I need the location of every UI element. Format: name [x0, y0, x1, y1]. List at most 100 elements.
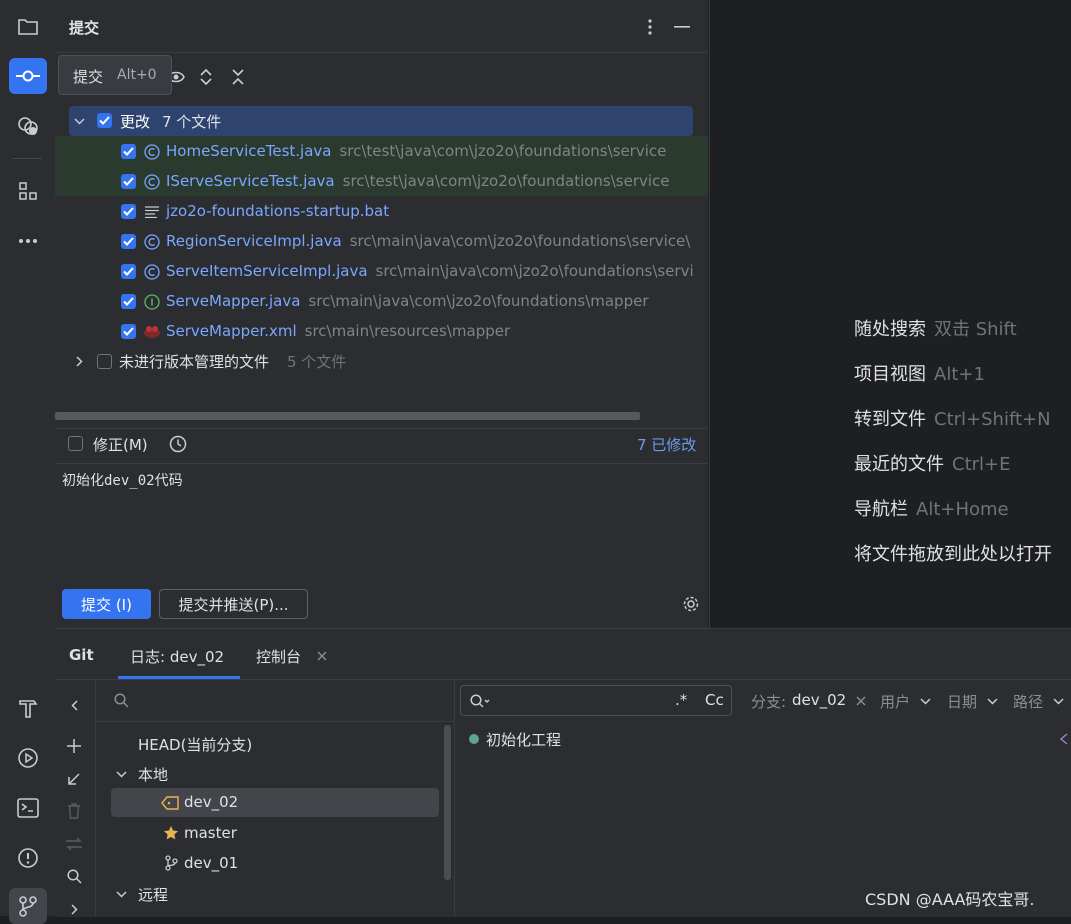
chevron-down-icon[interactable]: [114, 887, 128, 901]
file-checkbox[interactable]: [121, 324, 136, 339]
minimize-icon[interactable]: [672, 16, 692, 38]
chevron-down-icon[interactable]: [1051, 695, 1065, 707]
branch-search-icon[interactable]: [112, 691, 130, 709]
tab-log[interactable]: 日志: dev_02: [130, 646, 224, 667]
changes-count: 7 个文件: [162, 113, 222, 131]
file-checkbox[interactable]: [121, 144, 136, 159]
file-name: ServeItemServiceImpl.java: [166, 262, 368, 280]
branch-filter-label[interactable]: 分支:: [751, 691, 786, 712]
commit-and-push-button[interactable]: 提交并推送(P)...: [159, 589, 308, 619]
chevron-down-icon[interactable]: [114, 767, 128, 781]
class-icon: [143, 173, 161, 191]
branch-name[interactable]: dev_01: [184, 854, 238, 872]
head-branch[interactable]: HEAD(当前分支): [138, 734, 252, 755]
build-hammer-icon[interactable]: [9, 690, 47, 726]
file-row[interactable]: ServeMapper.java src\main\java\com\jzo2o\…: [55, 286, 708, 316]
file-path: src\test\java\com\jzo2o\foundations\serv…: [339, 142, 667, 160]
file-path: src\main\java\com\jzo2o\foundations\serv…: [375, 262, 694, 280]
match-case-toggle[interactable]: Cc: [705, 691, 724, 709]
log-search-input[interactable]: .* Cc: [460, 685, 732, 716]
add-branch-icon[interactable]: [64, 736, 84, 756]
user-filter[interactable]: 用户: [880, 691, 910, 712]
local-group-label[interactable]: 本地: [138, 764, 168, 785]
unversioned-count: 5 个文件: [287, 353, 347, 371]
ai-assistant-icon[interactable]: [9, 108, 47, 144]
search-icon[interactable]: [64, 866, 84, 886]
selected-branch-row[interactable]: dev_02: [111, 788, 439, 817]
file-path: src\test\java\com\jzo2o\foundations\serv…: [342, 172, 670, 190]
commit-button[interactable]: 提交 (I): [62, 589, 151, 619]
tooltip-label: 提交: [73, 68, 104, 86]
file-checkbox[interactable]: [121, 294, 136, 309]
terminal-icon[interactable]: [9, 790, 47, 826]
commit-tooltip: 提交 Alt+0: [58, 55, 172, 95]
regex-toggle[interactable]: .*: [675, 691, 687, 709]
file-checkbox[interactable]: [121, 174, 136, 189]
services-run-icon[interactable]: [9, 740, 47, 776]
hint-recent-files: 最近的文件 Ctrl+E: [854, 454, 1011, 475]
branch-filter-value[interactable]: dev_02: [792, 691, 846, 709]
chevron-left-icon[interactable]: [64, 695, 84, 715]
left-toolbar: [0, 0, 56, 924]
amend-label[interactable]: 修正(M): [93, 434, 148, 455]
problems-icon[interactable]: [9, 840, 47, 876]
remote-group-label[interactable]: 远程: [138, 884, 168, 905]
file-row[interactable]: ServeItemServiceImpl.java src\main\java\c…: [55, 256, 708, 286]
hint-drop-files: 将文件拖放到此处以打开: [854, 544, 1052, 565]
chevron-right-icon[interactable]: [64, 902, 84, 916]
file-row[interactable]: IServeServiceTest.java src\test\java\com\…: [55, 166, 708, 196]
horizontal-scrollbar[interactable]: [55, 412, 640, 420]
file-path: src\main\java\com\jzo2o\foundations\serv…: [349, 232, 691, 250]
file-name: IServeServiceTest.java: [166, 172, 335, 190]
update-arrow-icon[interactable]: [64, 769, 84, 789]
git-branches-icon[interactable]: [9, 888, 47, 924]
chevron-down-icon[interactable]: [918, 695, 932, 707]
tab-console[interactable]: 控制台: [256, 646, 301, 667]
file-checkbox[interactable]: [121, 264, 136, 279]
branch-name: dev_02: [184, 793, 239, 811]
branch-label-marker-icon: [1059, 732, 1069, 746]
chevron-down-icon[interactable]: [72, 114, 86, 128]
commit-message[interactable]: 初始化工程: [486, 729, 561, 750]
more-tools-icon[interactable]: [9, 223, 47, 259]
chevron-right-icon[interactable]: [72, 354, 86, 368]
tag-icon: [161, 794, 179, 812]
class-icon: [143, 233, 161, 251]
expand-all-icon[interactable]: [195, 66, 217, 88]
tooltip-shortcut: Alt+0: [117, 67, 157, 83]
more-options-icon[interactable]: [640, 16, 660, 38]
settings-gear-icon[interactable]: [681, 594, 701, 614]
branches-scrollbar[interactable]: [444, 725, 451, 880]
commit-graph-node: [469, 734, 479, 744]
hint-project-view: 项目视图 Alt+1: [854, 364, 985, 385]
file-row[interactable]: ServeMapper.xml src\main\resources\mapper: [55, 316, 708, 346]
file-row[interactable]: jzo2o-foundations-startup.bat: [55, 196, 708, 226]
file-checkbox[interactable]: [121, 204, 136, 219]
close-tab-icon[interactable]: [315, 648, 329, 664]
amend-checkbox[interactable]: [68, 436, 83, 451]
tab-git[interactable]: Git: [69, 646, 94, 664]
text-file-icon: [143, 203, 161, 221]
file-checkbox[interactable]: [121, 234, 136, 249]
unversioned-group-row[interactable]: 未进行版本管理的文件 5 个文件: [55, 346, 708, 376]
path-filter[interactable]: 路径: [1013, 691, 1043, 712]
file-row[interactable]: RegionServiceImpl.java src\main\java\com\…: [55, 226, 708, 256]
changes-checkbox[interactable]: [97, 113, 112, 128]
modified-count[interactable]: 7 已修改: [637, 434, 696, 455]
class-icon: [143, 143, 161, 161]
structure-icon[interactable]: [9, 173, 47, 209]
unversioned-checkbox[interactable]: [97, 354, 112, 369]
commit-icon[interactable]: [9, 58, 47, 94]
branch-name[interactable]: master: [184, 824, 237, 842]
file-path: src\main\resources\mapper: [304, 322, 511, 340]
clear-filter-icon[interactable]: [854, 693, 868, 709]
changes-group-row[interactable]: 更改 7 个文件: [69, 106, 693, 136]
project-folder-icon[interactable]: [9, 9, 47, 45]
date-filter[interactable]: 日期: [947, 691, 977, 712]
commit-message-input[interactable]: 初始化dev_02代码: [62, 470, 183, 490]
chevron-down-icon[interactable]: [985, 695, 999, 707]
collapse-all-icon[interactable]: [227, 66, 249, 88]
history-clock-icon[interactable]: [168, 434, 188, 454]
file-row[interactable]: HomeServiceTest.java src\test\java\com\jz…: [55, 136, 708, 166]
search-history-icon[interactable]: [469, 692, 491, 710]
